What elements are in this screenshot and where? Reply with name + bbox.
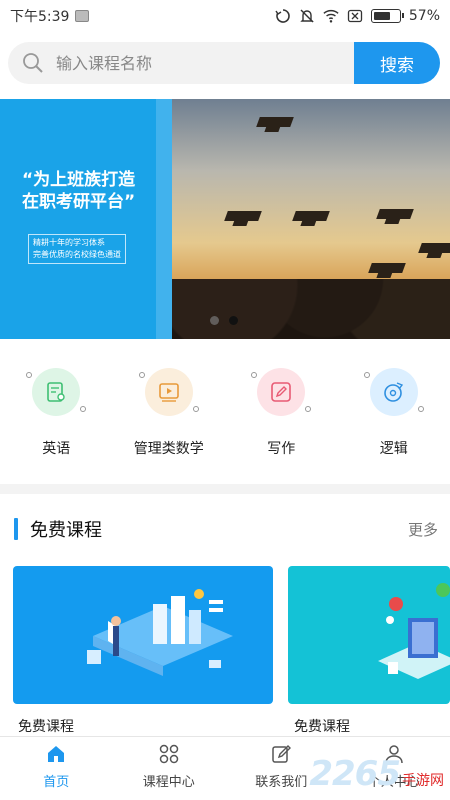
category-label: 管理类数学 xyxy=(133,441,204,457)
tab-course-center[interactable]: 课程中心 xyxy=(113,737,226,800)
grid-icon xyxy=(159,744,178,764)
banner-subtitle: 精耕十年的学习体系 完善优质的名校绿色通道 xyxy=(28,234,126,264)
course-illustration xyxy=(87,589,233,676)
certificate-icon xyxy=(26,368,87,416)
category-grid: 英语 管理类数学 写作 逻辑 xyxy=(0,360,450,460)
tab-home[interactable]: 首页 xyxy=(0,737,113,800)
status-bar: 下午5:39 57% xyxy=(0,0,450,32)
battery-icon xyxy=(370,9,404,23)
category-english[interactable]: 英语 xyxy=(0,360,113,460)
graduation-cap-icon xyxy=(368,263,406,273)
graduation-cap-icon xyxy=(376,209,414,219)
section-accent-bar xyxy=(14,518,18,540)
graduation-cap-icon xyxy=(256,117,294,127)
video-icon xyxy=(138,368,199,416)
watermark-logo: 2265 手游网 xyxy=(309,754,444,794)
banner-crowd xyxy=(172,279,450,339)
promo-banner[interactable]: “为上班族打造 在职考研平台” 精耕十年的学习体系 完善优质的名校绿色通道 xyxy=(0,99,450,339)
wifi-icon xyxy=(323,9,339,23)
sim-icon xyxy=(347,9,363,23)
graduation-cap-icon xyxy=(292,211,330,221)
notification-icon xyxy=(75,10,90,22)
battery-percent: 57% xyxy=(408,8,440,24)
status-time: 下午5:39 xyxy=(10,9,70,25)
mute-icon xyxy=(300,9,314,23)
graduation-cap-icon xyxy=(418,243,450,253)
edit-note-icon xyxy=(272,745,292,763)
sync-icon xyxy=(275,9,290,23)
course-card[interactable] xyxy=(13,566,273,704)
course-card-label: 免费课程 xyxy=(294,719,350,735)
graduation-cap-icon xyxy=(224,211,262,221)
category-label: 英语 xyxy=(42,441,71,457)
search-icon xyxy=(23,53,43,73)
banner-title: “为上班族打造 在职考研平台” xyxy=(22,170,136,212)
search-field[interactable] xyxy=(8,42,354,84)
free-courses-header: 免费课程 更多 xyxy=(14,516,438,542)
section-title: 免费课程 xyxy=(30,520,102,541)
banner-divider xyxy=(156,99,172,339)
category-writing[interactable]: 写作 xyxy=(225,360,338,460)
status-icons: 57% xyxy=(275,8,440,24)
course-card[interactable] xyxy=(288,566,450,704)
disc-icon xyxy=(363,368,424,416)
search-bar: 搜索 xyxy=(8,42,440,84)
category-logic[interactable]: 逻辑 xyxy=(338,360,450,460)
pagination-dot[interactable] xyxy=(210,316,219,325)
course-card-label: 免费课程 xyxy=(18,719,74,735)
course-illustration xyxy=(378,583,450,679)
category-math[interactable]: 管理类数学 xyxy=(113,360,226,460)
category-label: 逻辑 xyxy=(379,441,408,457)
category-label: 写作 xyxy=(267,441,296,457)
edit-icon xyxy=(251,368,312,416)
banner-text-panel xyxy=(0,99,172,339)
banner-pagination xyxy=(210,316,238,325)
more-link[interactable]: 更多 xyxy=(408,519,438,540)
pagination-dot-active[interactable] xyxy=(229,316,238,325)
search-input[interactable] xyxy=(56,53,336,73)
section-divider xyxy=(0,484,450,494)
home-icon xyxy=(48,746,65,762)
search-button[interactable]: 搜索 xyxy=(354,42,440,84)
